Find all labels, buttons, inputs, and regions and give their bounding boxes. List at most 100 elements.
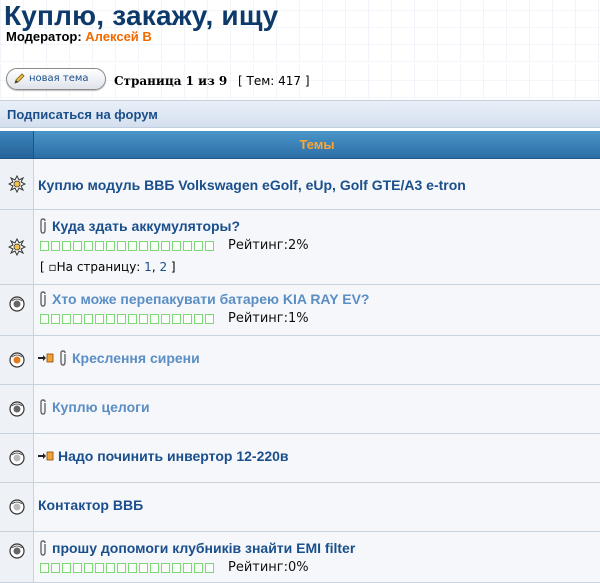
attachment-icon — [40, 218, 46, 234]
topic-status-cell — [0, 385, 34, 433]
subscribe-forum-link[interactable]: Подписаться на форум — [7, 107, 158, 122]
rating-star-icon — [150, 313, 159, 324]
rating-star-icon — [117, 313, 126, 324]
topic-status-cell — [0, 210, 34, 284]
topic-title-link[interactable]: прошу допомоги клубників знайти EMI filt… — [52, 540, 355, 556]
topic-status-cell — [0, 159, 34, 209]
rating-star-icon — [194, 313, 203, 324]
topic-unread-icon — [9, 450, 25, 466]
attachment-icon — [40, 540, 46, 556]
rating-stars — [40, 562, 214, 573]
rating-star-icon — [62, 313, 71, 324]
rating-star-icon — [40, 240, 49, 251]
new-post-arrow-icon[interactable] — [38, 451, 54, 461]
rating-star-icon — [139, 562, 148, 573]
rating-star-icon — [40, 313, 49, 324]
bracket-open: [ — [40, 260, 49, 274]
topic-title-link[interactable]: Контактор ВВБ — [38, 497, 143, 513]
topic-row: Креслення сирени — [0, 336, 600, 385]
hot-topic-icon — [8, 238, 26, 256]
new-topic-button[interactable]: новая тема — [6, 68, 106, 90]
rating-star-icon — [62, 562, 71, 573]
rating-star-icon — [73, 313, 82, 324]
rating-star-icon — [205, 562, 214, 573]
rating-star-icon — [172, 313, 181, 324]
topic-title-link[interactable]: Хто може перепакувати батарею KIA RAY EV… — [52, 291, 369, 307]
topic-title-line: Куплю модуль ВВБ Volkswagen eGolf, eUp, … — [38, 177, 466, 193]
rating-star-icon — [194, 562, 203, 573]
rating-star-icon — [106, 313, 115, 324]
rating-star-icon — [51, 562, 60, 573]
rating-star-icon — [161, 562, 170, 573]
topic-row: Хто може перепакувати батарею KIA RAY EV… — [0, 285, 600, 336]
forum-header: Куплю, закажу, ищу Модератор: Алексей В — [0, 0, 600, 62]
rating-value: Рейтинг:1% — [228, 311, 309, 326]
rating-value: Рейтинг:2% — [228, 238, 309, 253]
attachment-icon — [40, 399, 46, 415]
rating-star-icon — [139, 240, 148, 251]
hot-topic-icon — [8, 175, 26, 193]
rating-star-icon — [205, 240, 214, 251]
topic-rating: Рейтинг:1% — [40, 311, 309, 326]
moderator-name-link[interactable]: Алексей В — [85, 29, 152, 44]
rating-star-icon — [51, 240, 60, 251]
rating-star-icon — [84, 240, 93, 251]
topic-title-line: прошу допомоги клубників знайти EMI filt… — [38, 540, 355, 556]
pages-label: На страницу: — [56, 260, 145, 274]
rating-star-icon — [95, 562, 104, 573]
rating-star-icon — [128, 240, 137, 251]
page-link-2[interactable]: 2 — [159, 260, 167, 274]
topic-row: Куплю целоги — [0, 385, 600, 434]
rating-star-icon — [73, 240, 82, 251]
rating-star-icon — [84, 313, 93, 324]
rating-star-icon — [95, 313, 104, 324]
rating-star-icon — [106, 562, 115, 573]
topic-row: Куда здать аккумуляторы? Рейтинг:2% [ ▫На … — [0, 210, 600, 285]
topic-title-link[interactable]: Надо починить инвертор 12-220в — [58, 448, 289, 464]
rating-star-icon — [150, 240, 159, 251]
topics-table-header: Темы — [0, 131, 600, 159]
rating-star-icon — [205, 313, 214, 324]
topic-title-line: Креслення сирени — [38, 350, 200, 366]
rating-star-icon — [51, 313, 60, 324]
topic-title-line: Куда здать аккумуляторы? — [38, 218, 240, 234]
new-post-arrow-icon[interactable] — [38, 353, 54, 363]
pagination-info: Страница 1 из 9 — [114, 74, 228, 88]
topic-row: прошу допомоги клубників знайти EMI filt… — [0, 532, 600, 583]
topic-row: Куплю модуль ВВБ Volkswagen eGolf, eUp, … — [0, 159, 600, 210]
topic-unread-icon — [9, 499, 25, 515]
subscribe-bar: Подписаться на форум — [0, 100, 600, 128]
rating-star-icon — [194, 240, 203, 251]
rating-star-icon — [139, 313, 148, 324]
rating-star-icon — [117, 240, 126, 251]
pages-icon: ▫ — [48, 260, 57, 274]
rating-star-icon — [150, 562, 159, 573]
rating-value: Рейтинг:0% — [228, 560, 309, 575]
rating-star-icon — [172, 562, 181, 573]
rating-star-icon — [106, 240, 115, 251]
topic-title-line: Надо починить инвертор 12-220в — [38, 448, 289, 464]
rating-star-icon — [183, 313, 192, 324]
topic-status-cell — [0, 483, 34, 531]
topic-title-link[interactable]: Куда здать аккумуляторы? — [52, 218, 240, 234]
topic-title-line: Контактор ВВБ — [38, 497, 143, 513]
topic-title-link[interactable]: Креслення сирени — [72, 350, 200, 366]
topic-count: [ Тем: 417 ] — [238, 74, 310, 88]
rating-star-icon — [161, 313, 170, 324]
rating-star-icon — [95, 240, 104, 251]
page-link-1[interactable]: 1 — [144, 260, 152, 274]
rating-star-icon — [84, 562, 93, 573]
rating-stars — [40, 313, 214, 324]
rating-star-icon — [128, 562, 137, 573]
page-title: Куплю, закажу, ищу — [4, 0, 279, 31]
topic-title-link[interactable]: Куплю целоги — [52, 399, 150, 415]
rating-stars — [40, 240, 214, 251]
rating-star-icon — [62, 240, 71, 251]
topic-title-line: Куплю целоги — [38, 399, 150, 415]
rating-star-icon — [128, 313, 137, 324]
moderator-label: Модератор: — [6, 29, 82, 44]
topic-title-link[interactable]: Куплю модуль ВВБ Volkswagen eGolf, eUp, … — [38, 177, 466, 193]
topic-read-icon — [9, 543, 25, 559]
rating-star-icon — [40, 562, 49, 573]
attachment-icon — [40, 291, 46, 307]
